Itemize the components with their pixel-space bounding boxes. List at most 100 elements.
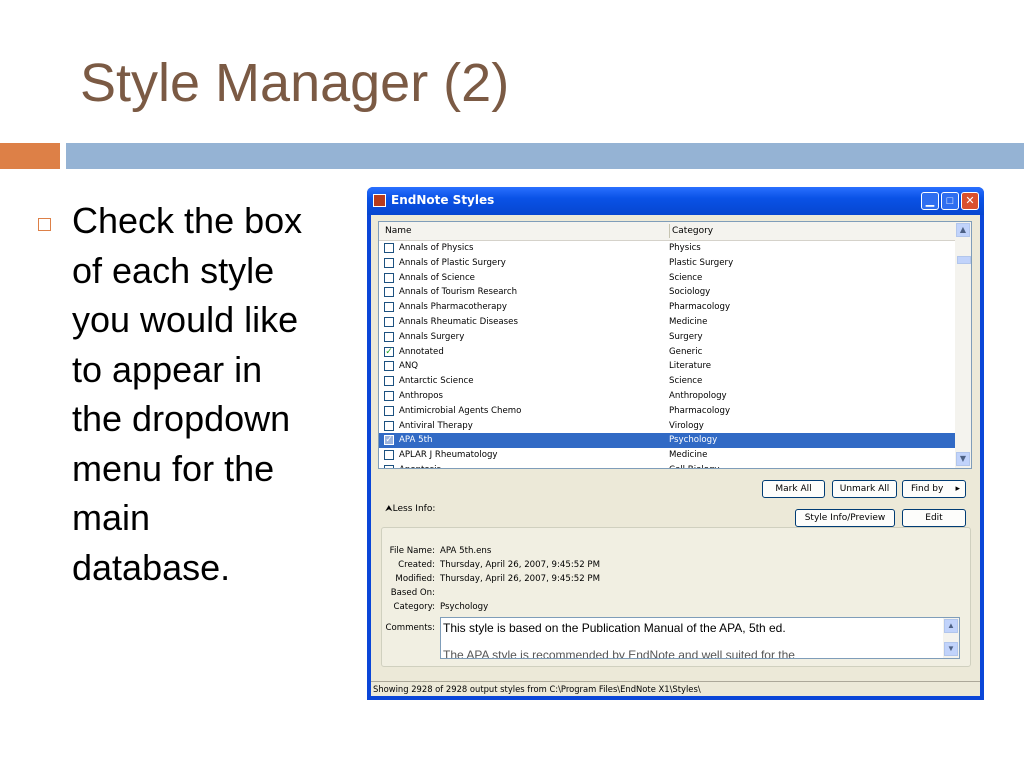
list-item[interactable]: Antarctic Science Science <box>379 374 957 389</box>
style-name: Annals Surgery <box>399 331 465 342</box>
modified-value: Thursday, April 26, 2007, 9:45:52 PM <box>440 574 600 584</box>
style-name: APLAR J Rheumatology <box>399 450 498 461</box>
style-info-preview-button[interactable]: Style Info/Preview <box>795 509 895 527</box>
status-bar: Showing 2928 of 2928 output styles from … <box>371 681 980 697</box>
edit-button[interactable]: Edit <box>902 509 966 527</box>
style-name: Annals of Tourism Research <box>399 287 518 298</box>
style-category: Surgery <box>669 331 703 342</box>
style-name: Annals of Physics <box>399 243 474 253</box>
vertical-scrollbar[interactable]: ▲ ▼ <box>955 222 971 468</box>
file-name-label: File Name: <box>389 546 435 556</box>
style-checkbox[interactable] <box>384 376 394 387</box>
list-item[interactable]: Annals of Science Science <box>379 271 957 286</box>
list-item[interactable]: ✓ APA 5th Psychology <box>379 433 957 449</box>
style-checkbox[interactable]: ✓ <box>384 435 394 446</box>
style-category: Virology <box>669 420 704 431</box>
style-checkbox[interactable] <box>384 464 394 468</box>
style-checkbox[interactable] <box>384 316 394 327</box>
style-name: Annals Rheumatic Diseases <box>399 316 518 327</box>
style-category: Science <box>669 376 703 387</box>
file-name-value: APA 5th.ens <box>440 546 492 556</box>
list-item[interactable]: ANQ Literature <box>379 359 957 374</box>
column-header-category[interactable]: Category <box>672 226 713 236</box>
style-checkbox[interactable]: ✓ <box>384 346 394 357</box>
style-name: Antiviral Therapy <box>399 420 473 431</box>
style-name: Annals Pharmacotherapy <box>399 302 507 313</box>
column-header-name[interactable]: Name <box>385 226 412 236</box>
style-name: Annals of Science <box>399 272 475 283</box>
list-item[interactable]: Annals of Plastic Surgery Plastic Surgery <box>379 256 957 271</box>
list-item[interactable]: Antimicrobial Agents Chemo Pharmacology <box>379 404 957 419</box>
list-item[interactable]: Annals Pharmacotherapy Pharmacology <box>379 300 957 315</box>
style-checkbox[interactable] <box>384 257 394 268</box>
slide-title: Style Manager (2) <box>80 53 510 113</box>
style-checkbox[interactable] <box>384 420 394 431</box>
list-item[interactable]: Annals of Tourism Research Sociology <box>379 285 957 300</box>
style-name: Annals of Plastic Surgery <box>399 257 506 268</box>
created-label: Created: <box>398 560 435 570</box>
style-name: APA 5th <box>399 435 433 446</box>
chevron-right-icon: ▸ <box>955 484 960 494</box>
list-item[interactable]: Annals of Physics Physics <box>379 241 957 256</box>
less-info-toggle[interactable]: ⮝Less Info: <box>385 504 435 514</box>
status-text: Showing 2928 of 2928 output styles from … <box>373 684 701 694</box>
style-category: Cell Biology <box>669 465 720 468</box>
window-title: EndNote Styles <box>391 193 495 207</box>
style-checkbox[interactable] <box>384 302 394 313</box>
style-checkbox[interactable] <box>384 390 394 401</box>
comments-scroll-down-icon[interactable]: ▼ <box>944 642 958 656</box>
close-icon[interactable]: ✕ <box>961 192 979 210</box>
scroll-thumb[interactable] <box>957 256 971 264</box>
style-checkbox[interactable] <box>384 272 394 283</box>
title-bar[interactable]: EndNote Styles ▁ □ ✕ <box>367 187 984 215</box>
category-value: Psychology <box>440 602 489 612</box>
column-separator <box>669 224 670 238</box>
style-category: Pharmacology <box>669 302 731 313</box>
list-item[interactable]: Annals Rheumatic Diseases Medicine <box>379 315 957 330</box>
minimize-icon[interactable]: ▁ <box>921 192 939 210</box>
style-checkbox[interactable] <box>384 331 394 342</box>
unmark-all-button[interactable]: Unmark All <box>832 480 897 498</box>
endnote-app-icon <box>373 194 386 207</box>
find-by-label: Find by <box>911 484 944 494</box>
style-category: Pharmacology <box>669 405 731 416</box>
style-checkbox[interactable] <box>384 450 394 461</box>
find-by-button[interactable]: Find by ▸ <box>902 480 966 498</box>
comments-box[interactable]: This style is based on the Publication M… <box>440 617 960 659</box>
maximize-icon[interactable]: □ <box>941 192 959 210</box>
modified-label: Modified: <box>395 574 435 584</box>
list-item[interactable]: ✓ Annotated Generic <box>379 345 957 360</box>
style-name: Annotated <box>399 346 444 357</box>
comments-text-line2: The APA style is recommended by EndNote … <box>443 648 795 659</box>
style-category: Literature <box>669 361 712 372</box>
comments-text: This style is based on the Publication M… <box>443 621 786 635</box>
category-label: Category: <box>393 602 435 612</box>
list-item[interactable]: Antiviral Therapy Virology <box>379 419 957 434</box>
style-category: Medicine <box>669 450 708 461</box>
style-name: Apoptosis <box>399 465 441 468</box>
list-item[interactable]: Anthropos Anthropology <box>379 389 957 404</box>
accent-bar-blue <box>66 143 1024 169</box>
list-item[interactable]: Apoptosis Cell Biology <box>379 463 957 468</box>
list-item[interactable]: APLAR J Rheumatology Medicine <box>379 448 957 463</box>
accent-bar-orange <box>0 143 60 169</box>
style-name: ANQ <box>399 361 419 372</box>
list-item[interactable]: Annals Surgery Surgery <box>379 330 957 345</box>
style-checkbox[interactable] <box>384 243 394 253</box>
comments-scrollbar[interactable]: ▲ ▼ <box>943 618 959 658</box>
style-checkbox[interactable] <box>384 405 394 416</box>
comments-label: Comments: <box>385 623 435 633</box>
based-on-label: Based On: <box>390 588 435 598</box>
comments-scroll-up-icon[interactable]: ▲ <box>944 619 958 633</box>
style-category: Psychology <box>669 435 718 446</box>
scroll-up-icon[interactable]: ▲ <box>956 223 970 237</box>
style-checkbox[interactable] <box>384 361 394 372</box>
style-category: Generic <box>669 346 703 357</box>
scroll-down-icon[interactable]: ▼ <box>956 452 970 466</box>
bullet-text: Check the box of each style you would li… <box>72 200 303 588</box>
list-rows: Annals of Physics Physics Annals of Plasti… <box>379 241 957 468</box>
styles-list[interactable]: Name Category Annals of Physics Physics An… <box>378 221 972 469</box>
mark-all-button[interactable]: Mark All <box>762 480 825 498</box>
style-category: Plastic Surgery <box>669 257 734 268</box>
style-checkbox[interactable] <box>384 287 394 298</box>
